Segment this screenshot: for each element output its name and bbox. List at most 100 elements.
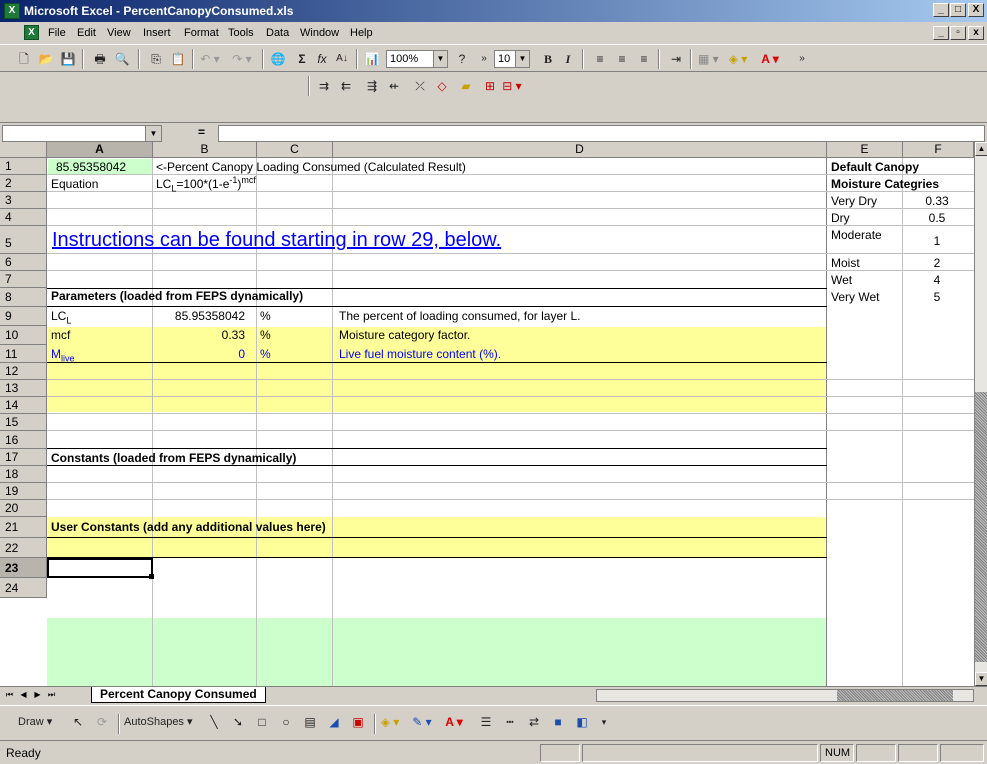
moisture-label[interactable]: Wet: [831, 273, 852, 287]
next-sheet-icon[interactable]: ▶: [32, 688, 43, 701]
row-header[interactable]: 1: [0, 158, 47, 175]
param-mlive-value[interactable]: 0: [153, 347, 245, 361]
menu-tools[interactable]: Tools: [228, 27, 254, 39]
column-header-e[interactable]: E: [827, 142, 903, 158]
restore-button[interactable]: □: [950, 3, 966, 17]
param-mcf-value[interactable]: 0.33: [153, 328, 245, 342]
param-mcf-desc[interactable]: Moisture category factor.: [339, 328, 470, 342]
print-icon[interactable]: 🖶: [90, 49, 110, 69]
doc-close-button[interactable]: x: [968, 26, 984, 40]
param-mcf-label[interactable]: mcf: [51, 328, 70, 342]
row-header[interactable]: 2: [0, 175, 47, 192]
help-icon[interactable]: ?: [452, 49, 472, 69]
row-header[interactable]: 22: [0, 538, 47, 558]
shadow-icon[interactable]: ■: [548, 712, 568, 732]
minimize-button[interactable]: _: [933, 3, 949, 17]
formula-input[interactable]: [218, 125, 985, 142]
moisture-value[interactable]: 1: [904, 234, 970, 248]
moisture-label[interactable]: Dry: [831, 211, 850, 225]
more-buttons-icon[interactable]: ▾: [594, 712, 614, 732]
row-header-selected[interactable]: 23: [0, 558, 47, 578]
row-header[interactable]: 6: [0, 254, 47, 271]
arrow-icon[interactable]: ➘: [228, 712, 248, 732]
row-header[interactable]: 13: [0, 380, 47, 397]
param-lc-value[interactable]: 85.95358042: [153, 309, 245, 323]
hyperlink-icon[interactable]: 🌐: [268, 49, 288, 69]
column-header-a[interactable]: A: [47, 142, 153, 158]
column-header-b[interactable]: B: [153, 142, 257, 158]
line-icon[interactable]: ╲: [204, 712, 224, 732]
cell-b1-label[interactable]: <-Percent Canopy Loading Consumed (Calcu…: [156, 160, 466, 174]
wordart-icon[interactable]: ◢: [324, 712, 344, 732]
bold-button[interactable]: B: [538, 49, 558, 69]
row-header[interactable]: 16: [0, 431, 47, 449]
param-mlive-unit[interactable]: %: [260, 347, 271, 361]
oval-icon[interactable]: ○: [276, 712, 296, 732]
moisture-label[interactable]: Moderate: [831, 228, 882, 242]
row-header[interactable]: 11: [0, 345, 47, 363]
moisture-value[interactable]: 0.5: [904, 211, 970, 225]
clip-art-icon[interactable]: ▣: [348, 712, 368, 732]
new-comment-icon[interactable]: ▰: [456, 76, 476, 96]
arrow-style-icon[interactable]: ⇄: [524, 712, 544, 732]
dash-style-icon[interactable]: ┅: [500, 712, 520, 732]
sort-ascending-icon[interactable]: A↓: [332, 49, 352, 69]
select-objects-icon[interactable]: ↖: [68, 712, 88, 732]
save-icon[interactable]: 💾: [58, 49, 78, 69]
param-mlive-desc[interactable]: Live fuel moisture content (%).: [339, 347, 501, 361]
align-center-icon[interactable]: ≡: [612, 49, 632, 69]
text-box-icon[interactable]: ▤: [300, 712, 320, 732]
select-all-corner[interactable]: [0, 142, 47, 158]
cell-a2-label[interactable]: Equation: [51, 177, 98, 191]
name-box[interactable]: ▼: [2, 125, 162, 142]
scroll-thumb[interactable]: [837, 690, 953, 701]
zoom-select[interactable]: 100% ▼: [386, 50, 448, 68]
print-preview-icon[interactable]: 🔍: [112, 49, 132, 69]
cell-a1-result[interactable]: 85.95358042: [56, 160, 126, 174]
remove-arrows-icon[interactable]: ⤫: [410, 76, 430, 96]
row-header[interactable]: 17: [0, 449, 47, 466]
doc-minimize-button[interactable]: _: [933, 26, 949, 40]
excel-app-icon[interactable]: X: [4, 3, 20, 19]
row-header[interactable]: 18: [0, 466, 47, 483]
scroll-up-icon[interactable]: ▲: [975, 142, 987, 156]
param-mcf-unit[interactable]: %: [260, 328, 271, 342]
chart-wizard-icon[interactable]: 📊: [362, 49, 382, 69]
menu-data[interactable]: Data: [266, 27, 289, 39]
sheet-tab-active[interactable]: Percent Canopy Consumed: [91, 687, 266, 703]
param-lc-desc[interactable]: The percent of loading consumed, for lay…: [339, 309, 580, 323]
vertical-scrollbar[interactable]: ▲ ▼: [974, 142, 987, 686]
row-header[interactable]: 10: [0, 326, 47, 345]
3d-icon[interactable]: ◧: [572, 712, 592, 732]
line-style-icon[interactable]: ☰: [476, 712, 496, 732]
menu-window[interactable]: Window: [300, 27, 339, 39]
horizontal-scrollbar[interactable]: [596, 689, 974, 702]
param-mlive-label[interactable]: Mlive: [51, 347, 75, 363]
row-header[interactable]: 5: [0, 226, 47, 254]
menu-help[interactable]: Help: [350, 27, 373, 39]
trace-error-icon[interactable]: ◇: [432, 76, 452, 96]
close-button[interactable]: X: [968, 3, 984, 17]
prev-sheet-icon[interactable]: ◀: [18, 688, 29, 701]
param-lc-label[interactable]: LCL: [51, 309, 71, 325]
new-icon[interactable]: 🗋: [14, 49, 34, 69]
moisture-label[interactable]: Very Wet: [831, 290, 879, 304]
row-header[interactable]: 12: [0, 363, 47, 380]
font-color-icon[interactable]: A ▾: [760, 49, 780, 69]
italic-button[interactable]: I: [558, 49, 578, 69]
row-header[interactable]: 24: [0, 578, 47, 598]
moisture-value[interactable]: 5: [904, 290, 970, 304]
row-header[interactable]: 7: [0, 271, 47, 288]
workbook-icon[interactable]: X: [24, 25, 39, 40]
scroll-down-icon[interactable]: ▼: [975, 672, 987, 686]
fill-handle[interactable]: [149, 574, 154, 579]
copy-icon[interactable]: ⎘: [146, 49, 166, 69]
moisture-value[interactable]: 2: [904, 256, 970, 270]
row-header[interactable]: 9: [0, 307, 47, 326]
column-header-d[interactable]: D: [333, 142, 827, 158]
remove-dependent-icon[interactable]: ⇷: [384, 76, 404, 96]
row-header[interactable]: 20: [0, 500, 47, 517]
menu-view[interactable]: View: [107, 27, 131, 39]
autosum-icon[interactable]: Σ: [292, 49, 312, 69]
fill-color-icon[interactable]: ◈ ▾: [728, 49, 748, 69]
